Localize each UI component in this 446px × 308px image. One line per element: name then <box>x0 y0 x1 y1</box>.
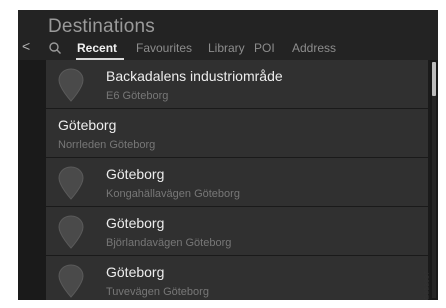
destination-name: Göteborg <box>106 215 165 231</box>
destination-list: Backadalens industriområde E6 Göteborg G… <box>18 60 428 300</box>
destination-name: Göteborg <box>106 166 165 182</box>
tab-poi[interactable]: POI <box>254 41 275 55</box>
list-item[interactable]: Göteborg Norrleden Göteborg <box>46 109 428 157</box>
destination-address: Björlandavägen Göteborg <box>106 237 232 249</box>
destination-address: Kongahällavägen Göteborg <box>106 188 240 200</box>
map-pin-icon <box>58 166 84 200</box>
scrollbar-track[interactable] <box>432 62 436 298</box>
header: < Destinations Recent Favourites Library… <box>18 10 438 60</box>
list-item[interactable]: Göteborg Tuvevägen Göteborg <box>46 256 428 300</box>
destination-address: E6 Göteborg <box>106 90 169 102</box>
tab-favourites[interactable]: Favourites <box>136 41 192 55</box>
list-item[interactable]: Göteborg Björlandavägen Göteborg <box>46 207 428 255</box>
destination-name: Göteborg <box>58 117 117 133</box>
destinations-screen: < Destinations Recent Favourites Library… <box>18 10 438 300</box>
map-pin-icon <box>58 68 84 102</box>
scrollbar-thumb[interactable] <box>432 62 436 96</box>
destination-address: Norrleden Göteborg <box>58 139 156 151</box>
back-chevron-icon[interactable]: < <box>22 39 30 53</box>
tab-library[interactable]: Library <box>208 41 245 55</box>
tab-address[interactable]: Address <box>292 41 336 55</box>
destination-name: Göteborg <box>106 264 165 280</box>
destination-address: Tuvevägen Göteborg <box>106 286 209 298</box>
figure-code: G053997 <box>424 271 431 300</box>
list-item[interactable]: Göteborg Kongahällavägen Göteborg <box>46 158 428 206</box>
page-title: Destinations <box>48 16 155 37</box>
map-pin-icon <box>58 264 84 298</box>
list-item[interactable]: Backadalens industriområde E6 Göteborg <box>46 60 428 108</box>
tab-recent[interactable]: Recent <box>77 41 117 55</box>
map-pin-icon <box>58 215 84 249</box>
search-icon[interactable] <box>48 41 62 55</box>
destination-name: Backadalens industriområde <box>106 68 283 84</box>
